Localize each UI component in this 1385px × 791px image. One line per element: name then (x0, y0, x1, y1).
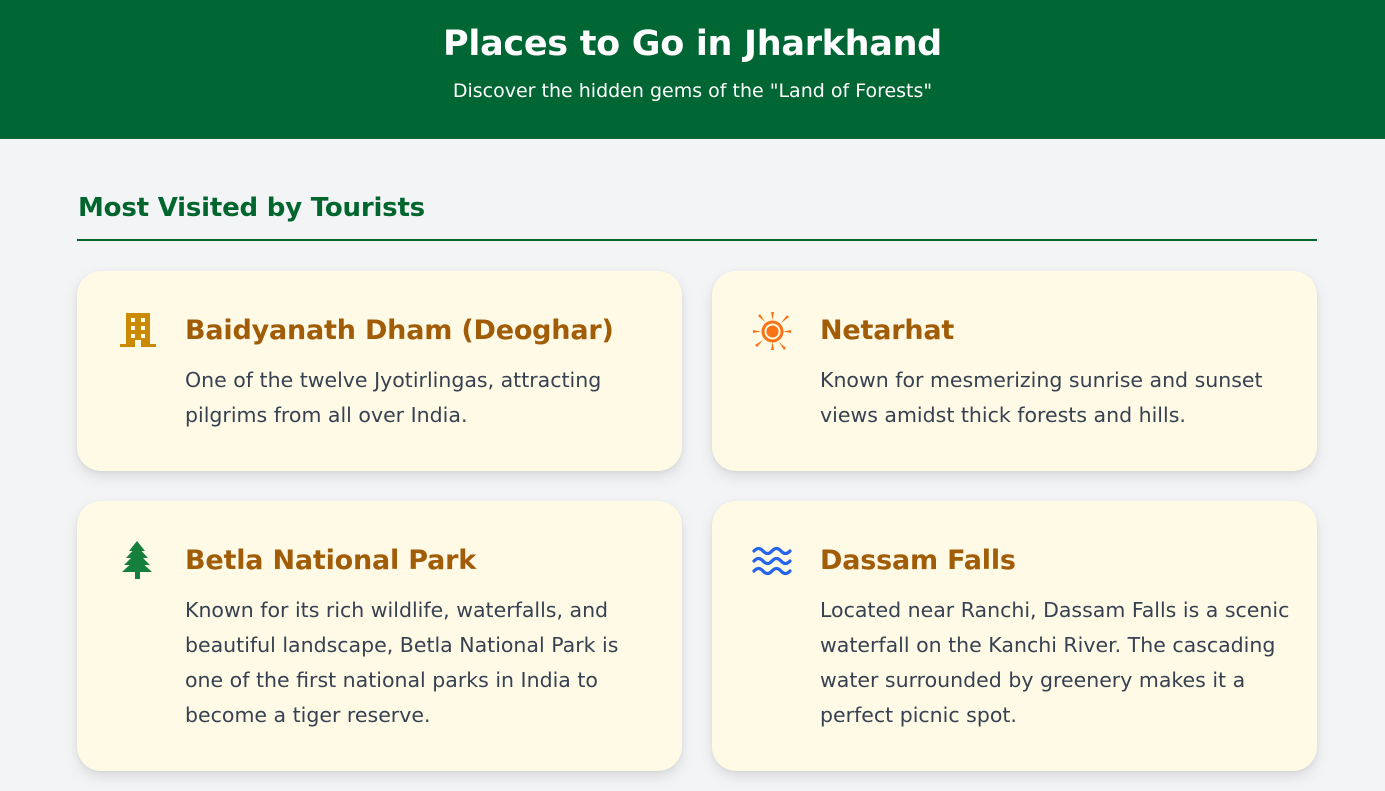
place-description: Located near Ranchi, Dassam Falls is a s… (820, 598, 1290, 727)
page-subtitle: Discover the hidden gems of the "Land of… (452, 80, 933, 102)
place-description: One of the twelve Jyotirlingas, attracti… (185, 368, 602, 427)
place-title: Baidyanath Dham (Deoghar) (185, 315, 614, 346)
place-title: Betla National Park (185, 545, 477, 576)
place-title: Dassam Falls (820, 545, 1016, 576)
sun-icon (752, 311, 792, 351)
place-card-betla-national-park: Betla National Park Known for its rich w… (77, 501, 682, 771)
page-title: Places to Go in Jharkhand (443, 24, 942, 64)
section-title: Most Visited by Tourists (78, 193, 425, 223)
place-card-dassam-falls: Dassam Falls Located near Ranchi, Dassam… (712, 501, 1317, 771)
place-card-baidyanath-dham: Baidyanath Dham (Deoghar) One of the twe… (77, 271, 682, 471)
place-card-netarhat: Netarhat Known for mesmerizing sunrise a… (712, 271, 1317, 471)
place-description: Known for mesmerizing sunrise and sunset… (820, 368, 1263, 427)
place-description: Known for its rich wildlife, waterfalls,… (185, 598, 619, 727)
page-header: Places to Go in Jharkhand Discover the h… (0, 0, 1385, 139)
place-title: Netarhat (820, 315, 955, 346)
section-divider (77, 239, 1317, 241)
building-icon (117, 311, 157, 351)
tree-icon (117, 541, 157, 581)
water-icon (752, 541, 792, 581)
